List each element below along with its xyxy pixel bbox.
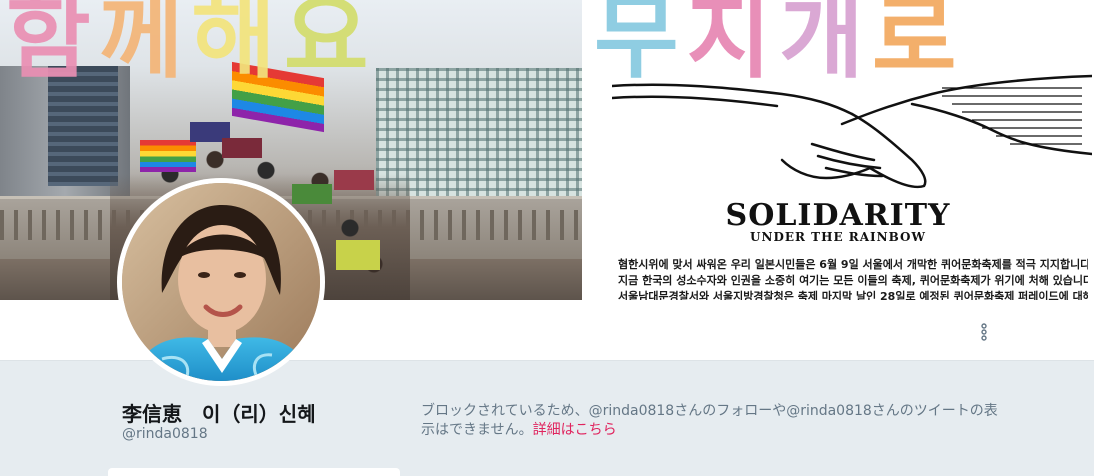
profile-display-name: 李信恵 이（리）신혜 (122, 402, 316, 426)
profile-handle: @rinda0818 (122, 426, 208, 442)
avatar-photo (122, 183, 320, 381)
more-options-button[interactable] (972, 320, 996, 344)
poster-text-line: 혐한시위에 맞서 싸워온 우리 일본시민들은 6월 9일 서울에서 개막한 퀴어… (618, 258, 1088, 271)
headline-char: 무 (594, 0, 687, 91)
headline-char: 함 (6, 0, 99, 91)
poster-title: SOLIDARITY (725, 198, 951, 233)
headline-char: 개 (779, 0, 872, 91)
rainbow-flag (140, 140, 196, 172)
poster-subtitle: UNDER THE RAINBOW (750, 230, 926, 244)
headline-char: 지 (686, 0, 780, 91)
headline-char: 로 (871, 0, 965, 91)
protest-sign (292, 184, 332, 204)
blocked-notice: ブロックされているため、@rinda0818さんのフォローや@rinda0818… (421, 402, 1011, 440)
more-vertical-icon (981, 323, 987, 341)
protest-sign (336, 240, 380, 270)
banner-headline-left: 함께해요 (6, 0, 377, 86)
avatar-portrait (122, 183, 320, 381)
blocked-notice-text: ブロックされているため、@rinda0818さんのフォローや@rinda0818… (421, 403, 998, 438)
protest-sign (334, 170, 374, 190)
headline-char: 께 (98, 0, 192, 91)
banner-headline-right: 무지개로 (594, 0, 965, 86)
profile-avatar[interactable] (117, 178, 325, 386)
protest-sign (222, 138, 262, 158)
headline-char: 요 (283, 0, 377, 91)
poster-text-line: 지금 한국의 성소수자와 인권을 소중히 여기는 모든 이들의 축제, 퀴어문화… (618, 274, 1088, 287)
poster-text-line: 서울남대문경찰서와 서울지방경찰청은 축제 마지막 날인 28일로 예정된 퀴어… (618, 290, 1088, 300)
details-link[interactable]: 詳細はこちら (533, 422, 617, 438)
sidebar-card-edge (108, 468, 400, 476)
headline-char: 해 (191, 0, 284, 91)
